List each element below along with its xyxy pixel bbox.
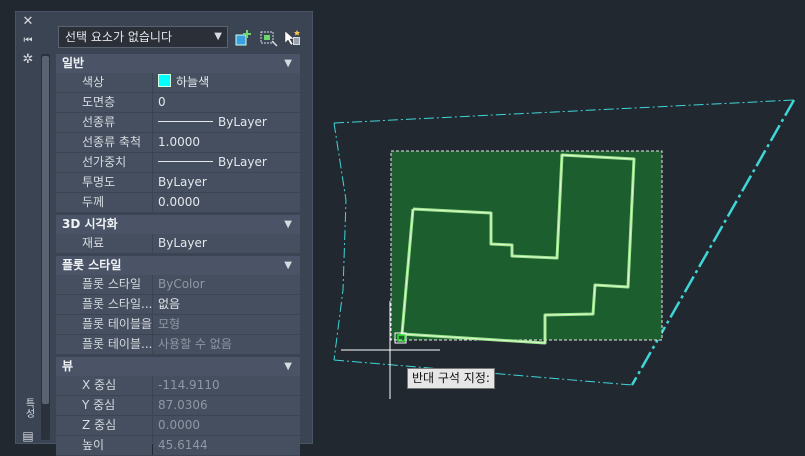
quick-select-icon[interactable] (282, 28, 302, 48)
close-icon[interactable]: ✕ (20, 14, 36, 30)
property-key: 플롯 스타일 (56, 275, 152, 294)
category-header[interactable]: 뷰 ▼ (56, 357, 300, 376)
selection-window (390, 150, 663, 341)
property-value-text: ByLayer (158, 175, 207, 189)
category-header[interactable]: 일반 ▼ (56, 54, 300, 73)
toggle-pickadd-icon[interactable] (234, 28, 254, 48)
property-value-text: 0.0000 (158, 418, 200, 432)
property-value-text: ByColor (158, 277, 205, 291)
property-row[interactable]: 색상 하늘색 (56, 73, 300, 93)
property-value-text: 1.0000 (158, 135, 200, 149)
palette-title-strip: ✕ ⏮ ✲ 특성 ▤ (16, 12, 39, 443)
property-row[interactable]: Y 중심 87.0306 (56, 396, 300, 416)
collapse-chevron-icon[interactable]: ▼ (284, 256, 292, 275)
property-key: 플롯 스타일... (56, 295, 152, 314)
category-header[interactable]: 플롯 스타일 ▼ (56, 256, 300, 275)
line-sample (158, 161, 213, 162)
property-row[interactable]: 플롯 테이블을... 모형 (56, 315, 300, 335)
property-value[interactable]: ByLayer (153, 173, 300, 192)
select-objects-icon[interactable] (258, 28, 278, 48)
collapse-chevron-icon[interactable]: ▼ (284, 54, 292, 73)
property-row[interactable]: 선종류 축척 1.0000 (56, 133, 300, 153)
property-key: Y 중심 (56, 396, 152, 415)
autohide-icon[interactable]: ⏮ (20, 33, 36, 49)
property-grid: 일반 ▼ 색상 하늘색도면층 0 선종류 ByLayer 선종류 축척 1.0000 선가중치 By… (56, 52, 300, 456)
property-key: 플롯 테이블... (56, 335, 152, 354)
property-value-text: 87.0306 (158, 398, 208, 412)
property-value-text: ByLayer (218, 115, 267, 129)
property-key: X 중심 (56, 376, 152, 395)
property-value-text: ByLayer (158, 236, 207, 250)
property-value[interactable]: 모형 (153, 315, 300, 334)
property-value[interactable]: ByColor (153, 275, 300, 294)
collapse-chevron-icon[interactable]: ▼ (284, 357, 292, 376)
category-title: 일반 (62, 56, 85, 70)
category-title: 3D 시각화 (62, 217, 118, 231)
property-value[interactable]: 0 (153, 93, 300, 112)
collapse-chevron-icon[interactable]: ▼ (284, 215, 292, 234)
palette-scrollbar[interactable] (41, 54, 50, 440)
property-value-text: 사용할 수 없음 (158, 337, 232, 351)
settings-icon[interactable]: ✲ (20, 52, 36, 68)
palette-side-label: 특성 (23, 398, 34, 418)
property-value-text: 하늘색 (176, 75, 210, 89)
property-row[interactable]: 플롯 스타일 ByColor (56, 275, 300, 295)
selection-dropdown[interactable]: 선택 요소가 없습니다 ▼ (58, 26, 228, 48)
property-key: 재료 (56, 234, 152, 253)
category-header[interactable]: 3D 시각화 ▼ (56, 215, 300, 234)
property-value-text: 모형 (158, 317, 181, 331)
property-value[interactable]: 0.0000 (153, 193, 300, 212)
property-key: 선가중치 (56, 153, 152, 172)
property-row[interactable]: 플롯 테이블... 사용할 수 없음 (56, 335, 300, 355)
property-value-text: 45.6144 (158, 438, 208, 452)
property-value[interactable]: ByLayer (153, 153, 300, 172)
property-key: 플롯 테이블을... (56, 315, 152, 334)
property-value[interactable]: 없음 (153, 295, 300, 314)
property-key: 선종류 축척 (56, 133, 152, 152)
property-value[interactable]: ByLayer (153, 113, 300, 132)
property-key: 높이 (56, 436, 152, 455)
property-value[interactable]: 1.0000 (153, 133, 300, 152)
property-row[interactable]: 두께 0.0000 (56, 193, 300, 213)
property-row[interactable]: 선종류 ByLayer (56, 113, 300, 133)
property-value[interactable]: 87.0306 (153, 396, 300, 415)
property-key: 두께 (56, 193, 152, 212)
color-swatch (158, 74, 171, 87)
chevron-down-icon: ▼ (214, 31, 222, 42)
property-row[interactable]: 도면층 0 (56, 93, 300, 113)
property-row[interactable]: X 중심 -114.9110 (56, 376, 300, 396)
property-value-text: -114.9110 (158, 378, 220, 392)
property-row[interactable]: 재료 ByLayer (56, 234, 300, 254)
property-row[interactable]: 선가중치 ByLayer (56, 153, 300, 173)
property-row[interactable]: 플롯 스타일... 없음 (56, 295, 300, 315)
quick-properties-icon[interactable]: ▤ (20, 428, 36, 444)
selection-dropdown-value: 선택 요소가 없습니다 (65, 30, 172, 44)
property-value-text: 없음 (158, 297, 181, 311)
property-key: 색상 (56, 73, 152, 92)
property-value-text: ByLayer (218, 155, 267, 169)
properties-palette: ✕ ⏮ ✲ 특성 ▤ 선택 요소가 없습니다 ▼ 일반 ▼ 색상 하늘색도면층 0 선종류… (15, 11, 313, 456)
property-key: Z 중심 (56, 416, 152, 435)
property-key: 선종류 (56, 113, 152, 132)
category-title: 플롯 스타일 (62, 258, 122, 272)
scroll-thumb[interactable] (42, 56, 49, 404)
property-value[interactable]: -114.9110 (153, 376, 300, 395)
site-boundary-top (333, 99, 795, 124)
line-sample (158, 121, 213, 122)
category-title: 뷰 (62, 359, 74, 373)
property-row[interactable]: 투명도 ByLayer (56, 173, 300, 193)
property-value[interactable]: 하늘색 (153, 73, 300, 92)
command-tooltip: 반대 구석 지정: (407, 368, 495, 389)
property-key: 도면층 (56, 93, 152, 112)
property-value-text: 0 (158, 95, 166, 109)
property-row[interactable]: Z 중심 0.0000 (56, 416, 300, 436)
site-boundary-left (333, 122, 347, 361)
property-value-text: 0.0000 (158, 195, 200, 209)
property-value[interactable]: 0.0000 (153, 416, 300, 435)
property-value[interactable]: 사용할 수 없음 (153, 335, 300, 354)
property-value[interactable]: 45.6144 (153, 436, 300, 455)
property-key: 투명도 (56, 173, 152, 192)
property-row[interactable]: 높이 45.6144 (56, 436, 300, 456)
property-value[interactable]: ByLayer (153, 234, 300, 253)
